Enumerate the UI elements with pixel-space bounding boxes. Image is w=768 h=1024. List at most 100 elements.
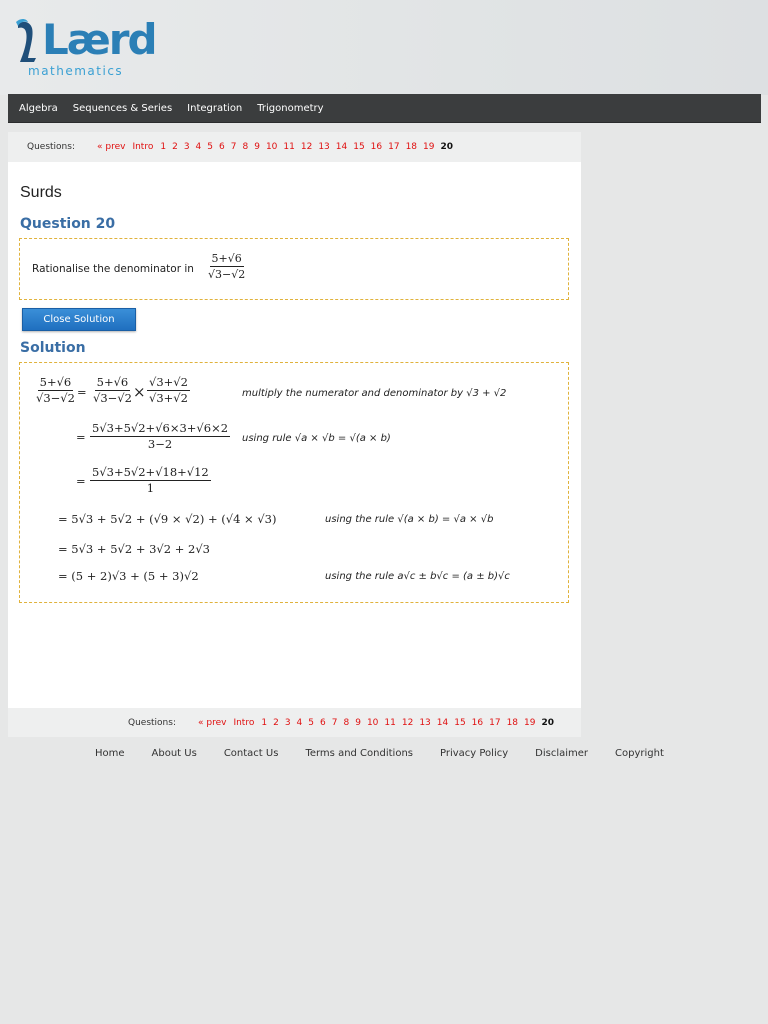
fraction-numerator: 5+√6	[94, 375, 131, 391]
pager-link-17[interactable]: 17	[388, 142, 399, 152]
pager-link-18[interactable]: 18	[507, 718, 518, 728]
pager-label: Questions:	[128, 717, 176, 728]
footer-link-disclaimer[interactable]: Disclaimer	[535, 748, 588, 759]
fraction-denominator: √3−√2	[93, 391, 132, 405]
pager-link-17[interactable]: 17	[489, 718, 500, 728]
solution-line4-note: using the rule √(a × b) = √a × √b	[325, 514, 494, 525]
fraction-denominator: √3+√2	[149, 391, 188, 405]
pager-link-4[interactable]: 4	[196, 142, 202, 152]
solution-line6: = (5 + 2)√3 + (5 + 3)√2	[58, 569, 199, 583]
page-title: Surds	[20, 184, 62, 201]
pager-link-15[interactable]: 15	[353, 142, 364, 152]
footer-link-terms[interactable]: Terms and Conditions	[305, 748, 413, 759]
footer-link-about-us[interactable]: About Us	[152, 748, 197, 759]
pager-link-16[interactable]: 16	[371, 142, 382, 152]
pager-current-page: 20	[440, 142, 454, 152]
footer-link-contact-us[interactable]: Contact Us	[224, 748, 279, 759]
question-fraction: 5+√6 √3−√2	[206, 251, 247, 282]
main-navigation: Algebra Sequences & Series Integration T…	[8, 94, 761, 123]
site-logo[interactable]: Lærd mathematics	[12, 16, 158, 82]
pager-prev-link[interactable]: « prev	[97, 142, 125, 152]
nav-item-trigonometry[interactable]: Trigonometry	[257, 103, 323, 114]
nav-item-sequences-series[interactable]: Sequences & Series	[73, 103, 172, 114]
pager-link-10[interactable]: 10	[367, 718, 378, 728]
logo-wordmark: Lærd	[42, 15, 158, 64]
solution-line3-fraction: 5√3+5√2+√18+√12 1	[90, 465, 211, 496]
pager-link-7[interactable]: 7	[332, 718, 338, 728]
pager-link-5[interactable]: 5	[308, 718, 314, 728]
nav-item-integration[interactable]: Integration	[187, 103, 242, 114]
equals-sign: =	[76, 430, 86, 444]
question-heading: Question 20	[20, 216, 116, 232]
pager-link-10[interactable]: 10	[266, 142, 277, 152]
solution-line2-note: using rule √a × √b = √(a × b)	[242, 433, 391, 444]
footer-link-home[interactable]: Home	[95, 748, 125, 759]
pager-link-11[interactable]: 11	[283, 142, 294, 152]
pager-prev-link[interactable]: « prev	[198, 718, 226, 728]
pager-link-18[interactable]: 18	[406, 142, 417, 152]
question-pager-top: Questions: « prev Intro 1 2 3 4 5 6 7 8 …	[8, 132, 581, 162]
pager-link-19[interactable]: 19	[423, 142, 434, 152]
fraction-numerator: 5√3+5√2+√6×3+√6×2	[90, 421, 231, 437]
pager-link-7[interactable]: 7	[231, 142, 237, 152]
pager-link-2[interactable]: 2	[273, 718, 279, 728]
solution-line2-fraction: 5√3+5√2+√6×3+√6×2 3−2	[90, 421, 231, 452]
pager-label: Questions:	[27, 142, 75, 152]
fraction-numerator: 5+√6	[209, 252, 244, 267]
pager-link-8[interactable]: 8	[242, 142, 248, 152]
times-sign: ×	[133, 383, 146, 401]
question-text: Rationalise the denominator in	[32, 263, 194, 275]
pager-link-1[interactable]: 1	[261, 718, 267, 728]
pager-current-page: 20	[541, 717, 555, 728]
question-pager-bottom: Questions: « prev Intro 1 2 3 4 5 6 7 8 …	[8, 708, 581, 737]
logo-mark-icon	[16, 19, 36, 63]
close-solution-button[interactable]: Close Solution	[22, 308, 136, 331]
pager-link-11[interactable]: 11	[384, 718, 395, 728]
fraction-numerator: 5+√6	[37, 375, 74, 391]
pager-link-6[interactable]: 6	[219, 142, 225, 152]
solution-box: 5+√6 √3−√2 = 5+√6 √3−√2 × √3+√2 √3+√2 mu…	[19, 362, 569, 603]
pager-link-3[interactable]: 3	[184, 142, 190, 152]
nav-item-algebra[interactable]: Algebra	[19, 103, 58, 114]
pager-link-13[interactable]: 13	[419, 718, 430, 728]
question-box: Rationalise the denominator in 5+√6 √3−√…	[19, 238, 569, 300]
pager-intro-link[interactable]: Intro	[233, 718, 254, 728]
pager-link-3[interactable]: 3	[285, 718, 291, 728]
solution-line6-note: using the rule a√c ± b√c = (a ± b)√c	[325, 571, 510, 582]
pager-link-12[interactable]: 12	[301, 142, 312, 152]
solution-line1-right-fraction: √3+√2 √3+√2	[147, 375, 190, 406]
pager-link-2[interactable]: 2	[172, 142, 178, 152]
pager-link-9[interactable]: 9	[355, 718, 361, 728]
equals-sign: =	[77, 385, 87, 399]
pager-link-9[interactable]: 9	[254, 142, 260, 152]
pager-link-8[interactable]: 8	[343, 718, 349, 728]
pager-link-13[interactable]: 13	[318, 142, 329, 152]
pager-link-4[interactable]: 4	[297, 718, 303, 728]
pager-link-16[interactable]: 16	[472, 718, 483, 728]
pager-link-15[interactable]: 15	[454, 718, 465, 728]
pager-link-14[interactable]: 14	[336, 142, 347, 152]
logo-subtitle: mathematics	[28, 64, 124, 78]
solution-heading: Solution	[20, 340, 86, 356]
solution-line4: = 5√3 + 5√2 + (√9 × √2) + (√4 × √3)	[58, 512, 277, 526]
fraction-numerator: 5√3+5√2+√18+√12	[90, 465, 211, 481]
site-footer: Home About Us Contact Us Terms and Condi…	[95, 748, 691, 759]
fraction-denominator: √3−√2	[208, 268, 246, 281]
solution-line1-note: multiply the numerator and denominator b…	[242, 388, 507, 399]
pager-link-1[interactable]: 1	[160, 142, 166, 152]
pager-link-14[interactable]: 14	[437, 718, 448, 728]
pager-link-12[interactable]: 12	[402, 718, 413, 728]
solution-line1-mid-fraction: 5+√6 √3−√2	[91, 375, 134, 406]
solution-line5: = 5√3 + 5√2 + 3√2 + 2√3	[58, 542, 210, 556]
pager-link-19[interactable]: 19	[524, 718, 535, 728]
fraction-denominator: √3−√2	[36, 391, 75, 405]
fraction-denominator: 3−2	[147, 437, 173, 451]
pager-link-6[interactable]: 6	[320, 718, 326, 728]
equals-sign: =	[76, 474, 86, 488]
pager-link-5[interactable]: 5	[207, 142, 213, 152]
fraction-denominator: 1	[146, 481, 155, 495]
footer-link-copyright[interactable]: Copyright	[615, 748, 664, 759]
footer-link-privacy-policy[interactable]: Privacy Policy	[440, 748, 508, 759]
content-panel: Questions: « prev Intro 1 2 3 4 5 6 7 8 …	[8, 132, 581, 737]
pager-intro-link[interactable]: Intro	[132, 142, 153, 152]
